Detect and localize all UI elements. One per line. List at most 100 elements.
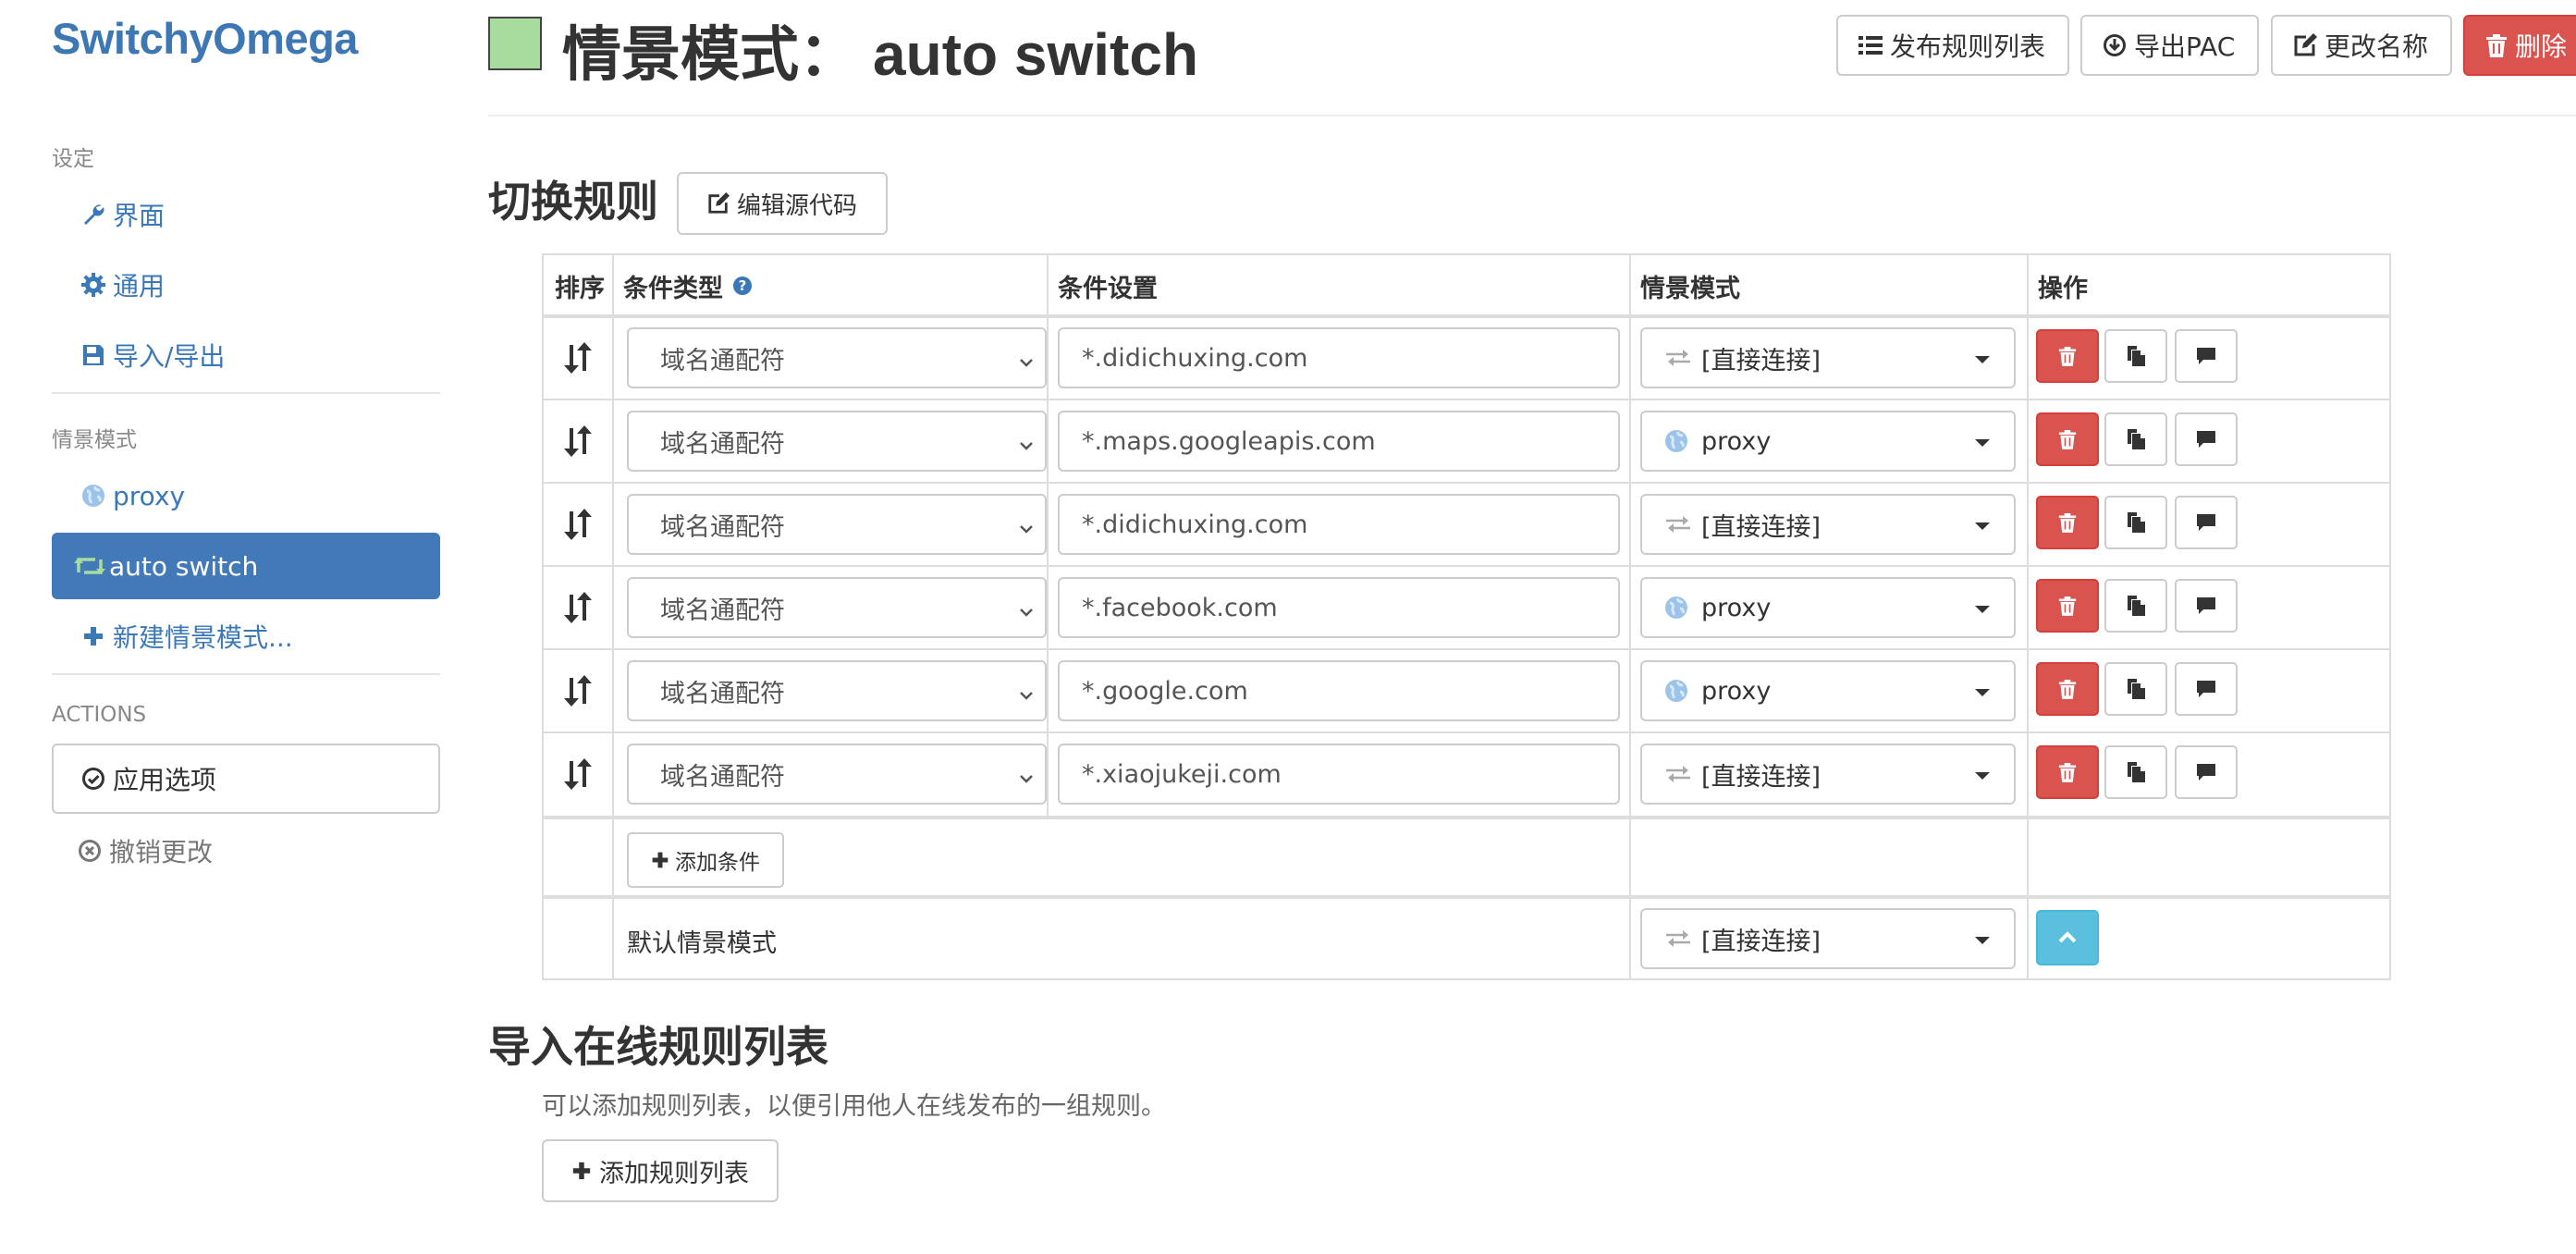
sidebar-item-proxy[interactable]: proxy [52,462,440,529]
rule-note-button[interactable] [2175,662,2238,716]
divider [52,673,440,675]
rule-note-button[interactable] [2175,745,2238,799]
result-profile-select[interactable]: proxy [1640,660,2016,721]
edit-source-label: 编辑源代码 [736,191,857,220]
caret-down-icon [1975,937,1990,944]
condition-input[interactable]: *.google.com [1058,660,1620,721]
result-profile-select[interactable]: proxy [1640,577,2016,638]
edit-source-button[interactable]: 编辑源代码 [677,172,888,235]
result-profile-select[interactable]: [直接连接] [1640,744,2016,805]
condition-type-select[interactable]: 域名通配符 [627,411,1047,472]
sidebar-item-general[interactable]: 通用 [52,252,440,318]
discard-changes-button[interactable]: 撤销更改 [52,818,440,884]
clone-rule-button[interactable] [2104,745,2167,799]
condition-input[interactable]: *.didichuxing.com [1058,494,1620,555]
delete-rule-button[interactable] [2036,496,2099,549]
sidebar: SwitchyOmega 设定 界面 通用 导入/导出 情景模式 proxy a… [0,0,462,1254]
result-profile-value: proxy [1701,593,1772,622]
clone-rule-button[interactable] [2104,412,2167,466]
clone-rule-button[interactable] [2104,579,2167,633]
caret-down-icon [1975,606,1990,613]
default-profile-select[interactable]: [直接连接] [1640,908,2016,969]
close-circle-icon [78,839,102,863]
col-header-condition-type: 条件类型 ? [614,255,1047,316]
clone-rule-button[interactable] [2104,329,2167,383]
rename-label: 更改名称 [2325,31,2429,62]
clone-rule-button[interactable] [2104,662,2167,716]
title-prefix: 情景模式： [562,21,858,90]
rule-note-button[interactable] [2175,412,2238,466]
result-profile-value: [直接连接] [1701,512,1822,542]
condition-input[interactable]: *.facebook.com [1058,577,1620,638]
condition-input[interactable]: *.didichuxing.com [1058,327,1620,388]
chevron-up-icon [2057,930,2078,945]
rule-row: 域名通配符 *.xiaojukeji.com [直接连接] [544,732,2389,816]
delete-rule-button[interactable] [2036,579,2099,633]
copy-icon [2126,761,2146,783]
delete-rule-button[interactable] [2036,412,2099,466]
clone-rule-button[interactable] [2104,496,2167,549]
profile-color-swatch[interactable] [488,17,542,70]
rule-note-button[interactable] [2175,496,2238,549]
discard-label: 撤销更改 [109,837,214,867]
sort-icon[interactable] [564,509,592,540]
globe-icon [1664,427,1696,455]
export-pac-button[interactable]: 导出PAC [2080,15,2260,76]
condition-value: *.google.com [1082,676,1248,706]
delete-rule-button[interactable] [2036,745,2099,799]
sidebar-item-import-export[interactable]: 导入/导出 [52,322,440,388]
help-icon[interactable]: ? [732,276,753,296]
collapse-button[interactable] [2036,910,2099,965]
delete-profile-button[interactable]: 删除 [2463,15,2576,76]
condition-type-value: 域名通配符 [660,512,785,542]
rule-note-button[interactable] [2175,329,2238,383]
col-header-label: 条件类型 [623,274,723,303]
switch-rules-title: 切换规则 [488,177,658,227]
add-condition-button[interactable]: 添加条件 [627,832,784,888]
condition-input[interactable]: *.xiaojukeji.com [1058,744,1620,805]
copy-icon [2126,511,2146,534]
sort-icon[interactable] [564,425,592,457]
new-profile-button[interactable]: 新建情景模式... [52,603,440,670]
sidebar-item-auto-switch[interactable]: auto switch [52,533,440,599]
condition-type-select[interactable]: 域名通配符 [627,660,1047,721]
direct-icon [1664,510,1696,538]
direct-icon [1664,925,1696,953]
col-header-condition: 条件设置 [1058,274,1158,303]
brand-logo[interactable]: SwitchyOmega [52,13,358,64]
caret-down-icon [1975,772,1990,780]
add-rule-list-button[interactable]: 添加规则列表 [542,1139,779,1202]
chevron-down-icon [1017,516,1036,545]
caret-down-icon [1975,522,1990,530]
sidebar-item-label: 通用 [113,271,166,301]
add-condition-row: 添加条件 [544,819,2389,895]
rule-note-button[interactable] [2175,579,2238,633]
col-header-sort: 排序 [555,274,605,303]
rules-table: 排序 条件类型 ? 条件设置 情景模式 操作 域名通配符 *.didichuxin… [542,253,2391,980]
apply-options-button[interactable]: 应用选项 [52,744,440,814]
comment-icon [2195,429,2217,449]
sidebar-item-label: 新建情景模式... [113,622,293,653]
rename-button[interactable]: 更改名称 [2271,15,2453,76]
delete-label: 删除 [2515,31,2568,62]
online-rules-title: 导入在线规则列表 [488,1022,828,1072]
delete-rule-button[interactable] [2036,329,2099,383]
sort-icon[interactable] [564,758,592,790]
settings-header: 设定 [52,147,94,171]
sidebar-item-interface[interactable]: 界面 [52,181,440,248]
sort-icon[interactable] [564,342,592,374]
sort-icon[interactable] [564,675,592,707]
result-profile-value: proxy [1701,426,1772,456]
sort-icon[interactable] [564,592,592,623]
list-icon [1858,34,1883,56]
result-profile-select[interactable]: [直接连接] [1640,494,2016,555]
condition-input[interactable]: *.maps.googleapis.com [1058,411,1620,472]
publish-rule-list-button[interactable]: 发布规则列表 [1836,15,2070,76]
result-profile-select[interactable]: [直接连接] [1640,327,2016,388]
condition-type-select[interactable]: 域名通配符 [627,577,1047,638]
condition-type-select[interactable]: 域名通配符 [627,494,1047,555]
condition-type-select[interactable]: 域名通配符 [627,327,1047,388]
condition-type-select[interactable]: 域名通配符 [627,744,1047,805]
result-profile-select[interactable]: proxy [1640,411,2016,472]
delete-rule-button[interactable] [2036,662,2099,716]
